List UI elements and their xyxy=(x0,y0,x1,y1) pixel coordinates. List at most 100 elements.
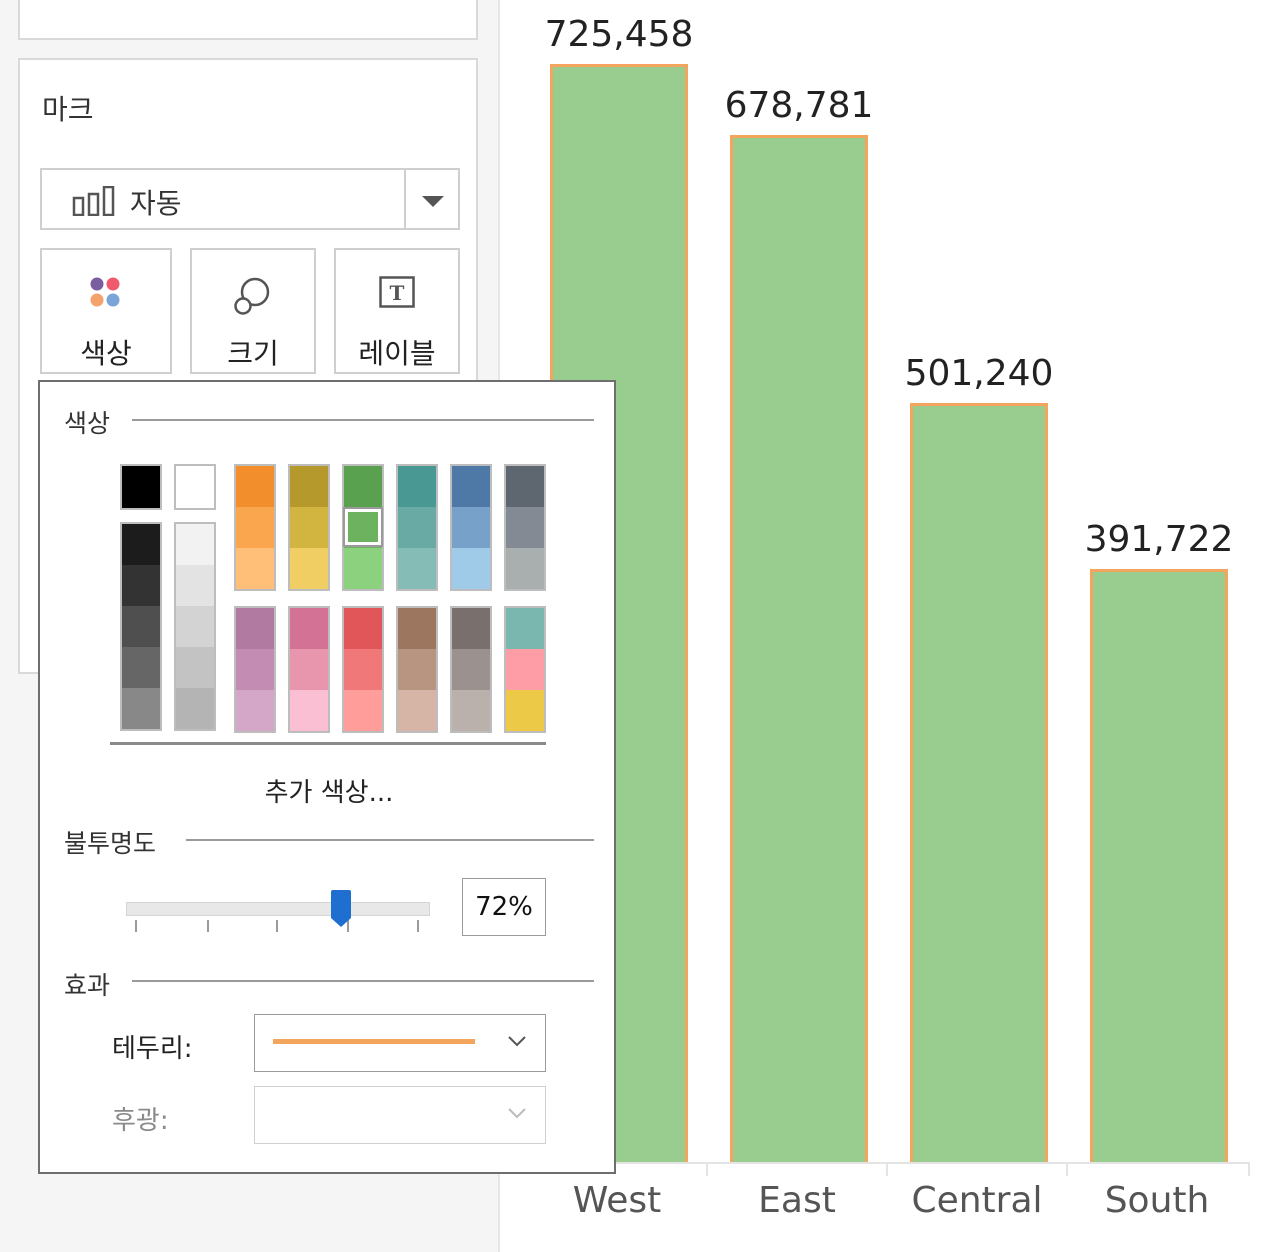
color-swatch[interactable] xyxy=(506,548,544,589)
color-swatch[interactable] xyxy=(174,464,216,510)
color-swatch[interactable] xyxy=(506,507,544,548)
bar-value-label: 391,722 xyxy=(1084,519,1234,561)
color-swatch[interactable] xyxy=(236,608,274,649)
color-swatch[interactable] xyxy=(452,690,490,731)
color-swatch[interactable] xyxy=(398,690,436,731)
color-column xyxy=(288,606,330,733)
color-swatch[interactable] xyxy=(236,548,274,589)
color-swatch[interactable] xyxy=(290,548,328,589)
slider-tick xyxy=(135,920,137,932)
color-swatch[interactable] xyxy=(506,466,544,507)
color-swatch[interactable] xyxy=(506,649,544,690)
dropdown-separator xyxy=(404,170,406,228)
color-swatch[interactable] xyxy=(290,649,328,690)
mark-type-dropdown[interactable]: 자동 xyxy=(40,168,460,230)
color-column xyxy=(450,606,492,733)
color-swatch[interactable] xyxy=(344,466,382,507)
color-swatch[interactable] xyxy=(290,507,328,548)
color-swatch[interactable] xyxy=(176,688,214,729)
color-swatch[interactable] xyxy=(122,606,160,647)
effects-section-title: 효과 xyxy=(64,971,111,1000)
chevron-down-icon xyxy=(507,1105,527,1124)
color-column xyxy=(234,464,276,591)
filters-card xyxy=(18,0,478,40)
slider-tick xyxy=(276,920,278,932)
bar-central[interactable] xyxy=(910,403,1048,1162)
color-swatch[interactable] xyxy=(344,548,382,589)
section-divider xyxy=(132,419,594,421)
color-column xyxy=(396,464,438,591)
bar-east[interactable] xyxy=(730,134,868,1162)
opacity-input[interactable]: 72% xyxy=(462,878,546,936)
color-swatch[interactable] xyxy=(176,647,214,688)
color-swatch[interactable] xyxy=(236,466,274,507)
marks-card-title: 마크 xyxy=(42,93,94,126)
color-swatch[interactable] xyxy=(506,690,544,731)
x-axis-tick-label: South xyxy=(1104,1180,1210,1221)
color-swatch[interactable] xyxy=(236,649,274,690)
color-swatch[interactable] xyxy=(122,688,160,729)
color-swatch[interactable] xyxy=(290,466,328,507)
color-swatch[interactable] xyxy=(452,548,490,589)
halo-label: 후광: xyxy=(112,1106,169,1136)
color-swatch[interactable] xyxy=(344,649,382,690)
slider-tick xyxy=(417,920,419,932)
color-swatch[interactable] xyxy=(122,565,160,606)
color-column xyxy=(342,606,384,733)
color-swatch[interactable] xyxy=(290,690,328,731)
border-label: 테두리: xyxy=(112,1034,193,1064)
bar-mark-icon xyxy=(72,185,116,220)
opacity-section-title: 불투명도 xyxy=(64,829,157,858)
more-colors-link[interactable]: 추가 색상... xyxy=(40,772,618,809)
label-button[interactable]: T 레이블 xyxy=(334,248,460,374)
chevron-down-icon[interactable] xyxy=(422,196,444,207)
x-axis-tick xyxy=(886,1162,888,1176)
color-section-title: 색상 xyxy=(64,409,111,438)
color-button-label: 색상 xyxy=(80,337,132,370)
color-button[interactable]: 색상 xyxy=(40,248,172,374)
border-dropdown[interactable] xyxy=(254,1014,546,1072)
selected-color-swatch[interactable] xyxy=(343,507,383,547)
color-swatch[interactable] xyxy=(452,608,490,649)
color-swatch[interactable] xyxy=(176,524,214,565)
color-swatch[interactable] xyxy=(452,507,490,548)
bar-value-label: 678,781 xyxy=(724,84,874,126)
color-swatch[interactable] xyxy=(120,464,162,510)
color-swatch[interactable] xyxy=(398,507,436,548)
color-column xyxy=(504,464,546,591)
x-axis-tick-label: West xyxy=(572,1180,662,1221)
color-column xyxy=(234,606,276,733)
color-swatch[interactable] xyxy=(176,606,214,647)
mark-type-label: 자동 xyxy=(130,187,182,220)
color-swatch[interactable] xyxy=(398,466,436,507)
opacity-slider-thumb[interactable] xyxy=(330,890,352,932)
color-swatch[interactable] xyxy=(290,608,328,649)
color-swatch[interactable] xyxy=(452,649,490,690)
chevron-down-icon xyxy=(507,1033,527,1052)
x-axis-tick xyxy=(1066,1162,1068,1176)
color-swatch[interactable] xyxy=(122,524,160,565)
color-swatch[interactable] xyxy=(398,548,436,589)
color-column xyxy=(396,606,438,733)
opacity-slider[interactable] xyxy=(126,902,430,916)
text-label-icon: T xyxy=(379,276,415,314)
size-button-label: 크기 xyxy=(227,337,279,370)
size-button[interactable]: 크기 xyxy=(190,248,316,374)
x-axis-tick xyxy=(706,1162,708,1176)
color-swatch[interactable] xyxy=(176,565,214,606)
color-swatch[interactable] xyxy=(236,507,274,548)
bar-value-label: 501,240 xyxy=(904,353,1054,395)
color-swatch[interactable] xyxy=(344,690,382,731)
color-swatch[interactable] xyxy=(122,647,160,688)
label-button-label: 레이블 xyxy=(358,337,436,370)
color-swatch[interactable] xyxy=(506,608,544,649)
bar-south[interactable] xyxy=(1090,569,1228,1162)
color-swatch[interactable] xyxy=(398,608,436,649)
x-axis-line xyxy=(528,1162,1250,1164)
color-column xyxy=(450,464,492,591)
color-swatch[interactable] xyxy=(344,608,382,649)
color-swatch[interactable] xyxy=(236,690,274,731)
x-axis-tick xyxy=(1248,1162,1250,1176)
color-swatch[interactable] xyxy=(452,466,490,507)
color-swatch[interactable] xyxy=(398,649,436,690)
